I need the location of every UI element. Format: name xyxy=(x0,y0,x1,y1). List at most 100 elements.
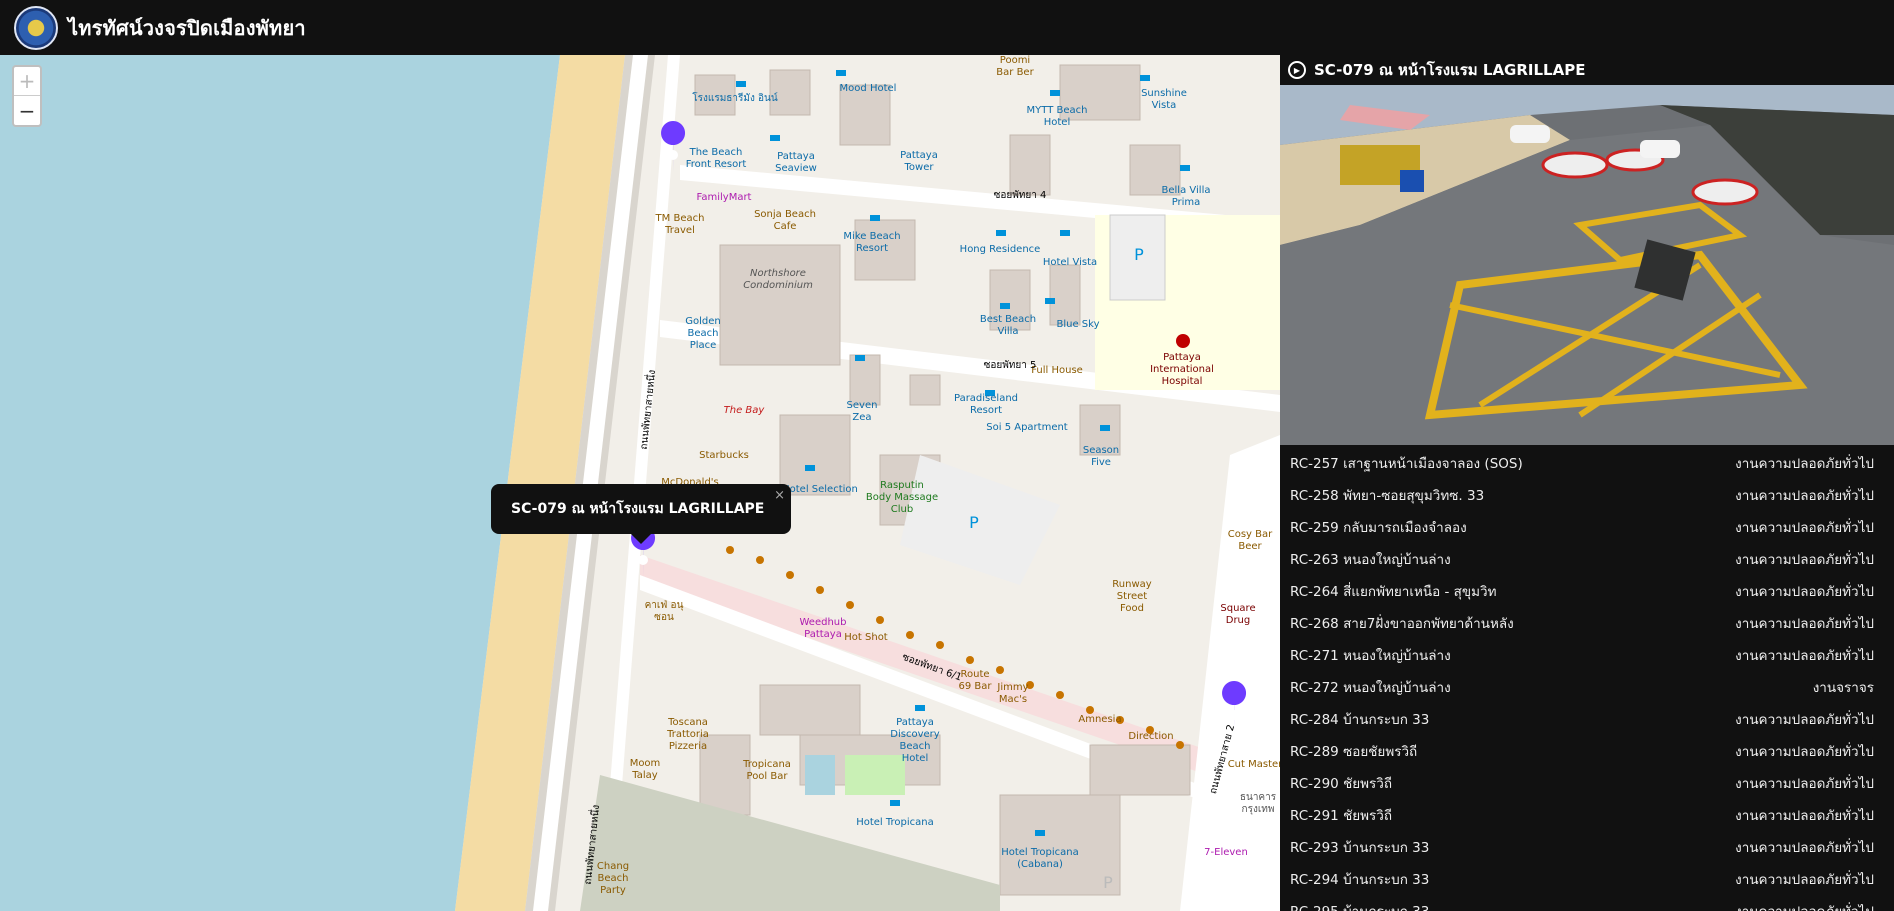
svg-text:Northshore: Northshore xyxy=(750,268,806,279)
camera-name: RC-289 ซอยชัยพรวิถี xyxy=(1290,744,1418,760)
svg-text:Tropicana: Tropicana xyxy=(742,759,791,770)
parking-area-2 xyxy=(900,455,1060,585)
svg-text:Hotel Tropicana: Hotel Tropicana xyxy=(1001,847,1079,858)
camera-list-item[interactable]: RC-290 ชัยพรวิถี งานความปลอดภัยทั่วไป xyxy=(1280,767,1894,799)
svg-text:Sunshine: Sunshine xyxy=(1141,88,1187,99)
svg-text:Pattaya: Pattaya xyxy=(1163,352,1201,363)
svg-text:The Bay: The Bay xyxy=(724,405,766,416)
camera-video-feed[interactable] xyxy=(1280,85,1894,445)
svg-text:Discovery: Discovery xyxy=(890,729,939,740)
map-canvas[interactable]: Poomi Bar Ber Mood Hotel SunshineVista M… xyxy=(0,55,1280,911)
popup-title: SC-079 ณ หน้าโรงแรม LAGRILLAPE xyxy=(511,501,765,517)
svg-text:คาเฟ่ อนุ: คาเฟ่ อนุ xyxy=(645,600,684,611)
svg-text:Bella Villa: Bella Villa xyxy=(1162,185,1211,196)
camera-list-item[interactable]: RC-295 บ้านกระบก 33 งานความปลอดภัยทั่วไป xyxy=(1280,895,1894,911)
svg-text:Drug: Drug xyxy=(1226,615,1251,626)
svg-text:Amnesia: Amnesia xyxy=(1078,714,1121,725)
camera-name: RC-258 พัทยา-ซอยสุขุมวิทซ. 33 xyxy=(1290,488,1485,504)
svg-text:(Cabana): (Cabana) xyxy=(1017,859,1063,870)
map[interactable]: Poomi Bar Ber Mood Hotel Sunshine Vista M… xyxy=(0,55,1280,911)
camera-list-item[interactable]: RC-284 บ้านกระบก 33 งานความปลอดภัยทั่วไป xyxy=(1280,703,1894,735)
svg-text:The Beach: The Beach xyxy=(689,147,743,158)
play-circle-icon[interactable]: ▶ xyxy=(1288,61,1306,79)
svg-text:Sonja Beach: Sonja Beach xyxy=(754,209,816,220)
camera-list-item[interactable]: RC-258 พัทยา-ซอยสุขุมวิทซ. 33 งานความปลอด… xyxy=(1280,479,1894,511)
svg-text:Square: Square xyxy=(1220,603,1255,614)
camera-category: งานความปลอดภัยทั่วไป xyxy=(1735,900,1874,911)
city-logo xyxy=(14,5,58,50)
svg-text:ถนนพัทยาสายหนึ่ง: ถนนพัทยาสายหนึ่ง xyxy=(636,369,658,450)
zoom-out-button[interactable]: − xyxy=(14,96,40,125)
camera-list-item[interactable]: RC-293 บ้านกระบก 33 งานความปลอดภัยทั่วไป xyxy=(1280,831,1894,863)
camera-category: งานความปลอดภัยทั่วไป xyxy=(1735,744,1874,760)
svg-text:69 Bar: 69 Bar xyxy=(958,681,992,692)
svg-text:Resort: Resort xyxy=(856,243,888,254)
camera-panel: ▶ SC-079 ณ หน้าโรงแรม LAGRILLAPE RC-257 … xyxy=(1280,55,1894,911)
svg-text:Talay: Talay xyxy=(631,770,657,781)
svg-text:Blue Sky: Blue Sky xyxy=(1056,319,1099,330)
svg-text:Pattaya: Pattaya xyxy=(804,629,842,640)
svg-text:Resort: Resort xyxy=(970,405,1002,416)
popup-close-button[interactable]: × xyxy=(774,488,785,503)
svg-text:Pool Bar: Pool Bar xyxy=(747,771,789,782)
svg-text:Pattaya: Pattaya xyxy=(900,150,938,161)
svg-text:Beach: Beach xyxy=(598,873,629,884)
svg-text:P: P xyxy=(1103,873,1113,892)
svg-text:Route: Route xyxy=(960,669,989,680)
camera-name: RC-295 บ้านกระบก 33 xyxy=(1290,900,1429,911)
svg-text:Party: Party xyxy=(600,885,626,896)
svg-text:Condominium: Condominium xyxy=(743,280,813,291)
camera-list-item[interactable]: RC-263 หนองใหญ่บ้านล่าง งานความปลอดภัยทั่… xyxy=(1280,543,1894,575)
svg-text:Place: Place xyxy=(690,340,717,351)
svg-text:Moom: Moom xyxy=(630,758,661,769)
svg-text:Poomi: Poomi xyxy=(1000,55,1030,66)
svg-text:Cut Master: Cut Master xyxy=(1228,759,1280,770)
svg-text:Bar Ber: Bar Ber xyxy=(996,67,1034,78)
svg-text:MYTT Beach: MYTT Beach xyxy=(1027,105,1088,116)
camera-list-item[interactable]: RC-257 เสาฐานหน้าเมืองจาลอง (SOS) งานความ… xyxy=(1280,447,1894,479)
svg-text:Rasputin: Rasputin xyxy=(880,480,924,491)
camera-category: งานความปลอดภัยทั่วไป xyxy=(1735,840,1874,856)
svg-text:Club: Club xyxy=(891,504,913,515)
pool xyxy=(805,755,835,795)
garden xyxy=(845,755,905,795)
svg-text:TM Beach: TM Beach xyxy=(655,213,705,224)
zoom-in-button[interactable]: + xyxy=(14,67,40,96)
svg-text:Hospital: Hospital xyxy=(1162,376,1203,387)
svg-text:Starbucks: Starbucks xyxy=(699,450,749,461)
camera-list-item[interactable]: RC-272 หนองใหญ่บ้านล่าง งานจราจร xyxy=(1280,671,1894,703)
camera-name: RC-272 หนองใหญ่บ้านล่าง xyxy=(1290,680,1451,696)
svg-text:Beach: Beach xyxy=(900,741,931,752)
svg-text:Travel: Travel xyxy=(664,225,695,236)
svg-text:Hotel: Hotel xyxy=(1044,117,1071,128)
camera-name: RC-291 ชัยพรวิถี xyxy=(1290,808,1393,824)
svg-text:Seven: Seven xyxy=(847,400,878,411)
camera-list-item[interactable]: RC-289 ซอยชัยพรวิถี งานความปลอดภัยทั่วไป xyxy=(1280,735,1894,767)
camera-list-item[interactable]: RC-271 หนองใหญ่บ้านล่าง งานความปลอดภัยทั่… xyxy=(1280,639,1894,671)
camera-name: RC-290 ชัยพรวิถี xyxy=(1290,776,1393,792)
svg-text:Best Beach: Best Beach xyxy=(980,314,1036,325)
svg-text:P: P xyxy=(969,513,979,532)
svg-text:Mood Hotel: Mood Hotel xyxy=(840,83,897,94)
camera-list-item[interactable]: RC-294 บ้านกระบก 33 งานความปลอดภัยทั่วไป xyxy=(1280,863,1894,895)
camera-category: งานความปลอดภัยทั่วไป xyxy=(1735,520,1874,536)
svg-text:7-Eleven: 7-Eleven xyxy=(1204,847,1248,858)
svg-text:Season: Season xyxy=(1083,445,1119,456)
camera-category: งานความปลอดภัยทั่วไป xyxy=(1735,552,1874,568)
camera-list-item[interactable]: RC-264 สี่แยกพัทยาเหนือ - สุขุมวิท งานควา… xyxy=(1280,575,1894,607)
camera-name: RC-264 สี่แยกพัทยาเหนือ - สุขุมวิท xyxy=(1290,584,1497,600)
camera-category: งานจราจร xyxy=(1812,680,1874,696)
camera-list-item[interactable]: RC-259 กลับมารถเมืองจำลอง งานความปลอดภัยท… xyxy=(1280,511,1894,543)
camera-list-item[interactable]: RC-268 สาย7ฝั่งขาออกพัทยาด้านหลัง งานความ… xyxy=(1280,607,1894,639)
camera-name: RC-263 หนองใหญ่บ้านล่าง xyxy=(1290,552,1451,568)
svg-text:Hot Shot: Hot Shot xyxy=(844,632,888,643)
svg-text:ซอยพัทยา 5: ซอยพัทยา 5 xyxy=(984,360,1037,371)
zoom-control[interactable]: + − xyxy=(12,65,42,127)
svg-text:Golden: Golden xyxy=(685,316,720,327)
svg-text:Hong Residence: Hong Residence xyxy=(960,244,1041,255)
camera-category: งานความปลอดภัยทั่วไป xyxy=(1735,872,1874,888)
camera-list-item[interactable]: RC-291 ชัยพรวิถี งานความปลอดภัยทั่วไป xyxy=(1280,799,1894,831)
top-bar: ไทรทัศน์วงจรปิดเมืองพัทยา xyxy=(0,0,1894,55)
svg-text:Pattaya: Pattaya xyxy=(896,717,934,728)
svg-text:Beach: Beach xyxy=(688,328,719,339)
